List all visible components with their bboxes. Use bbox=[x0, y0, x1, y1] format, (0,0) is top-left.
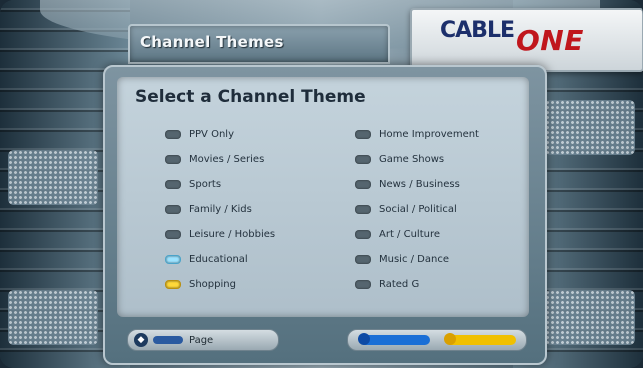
theme-item-sports[interactable]: Sports bbox=[165, 172, 275, 197]
theme-item-label: Game Shows bbox=[379, 154, 445, 165]
theme-item-educational[interactable]: Educational bbox=[165, 247, 275, 272]
logo-text-one: ONE bbox=[516, 24, 584, 57]
page-label: Page bbox=[189, 334, 214, 346]
yellow-key-icon[interactable] bbox=[444, 333, 516, 345]
theme-bullet-highlight-icon bbox=[165, 280, 181, 289]
dot-panel-decoration bbox=[545, 290, 635, 345]
theme-bullet-icon bbox=[355, 130, 371, 139]
theme-bullet-icon bbox=[165, 205, 181, 214]
theme-item-label: News / Business bbox=[379, 179, 460, 190]
blue-key-icon[interactable] bbox=[358, 333, 430, 345]
theme-bullet-icon bbox=[355, 255, 371, 264]
theme-bullet-icon bbox=[355, 230, 371, 239]
theme-item-label: Family / Kids bbox=[189, 204, 252, 215]
dot-panel-decoration bbox=[8, 290, 98, 345]
theme-list-area: Select a Channel Theme PPV Only Movies /… bbox=[117, 77, 529, 317]
theme-item-news-business[interactable]: News / Business bbox=[355, 172, 479, 197]
theme-item-label: Home Improvement bbox=[379, 129, 479, 140]
theme-item-label: Rated G bbox=[379, 279, 420, 290]
theme-item-game-shows[interactable]: Game Shows bbox=[355, 147, 479, 172]
theme-item-music-dance[interactable]: Music / Dance bbox=[355, 247, 479, 272]
theme-item-leisure-hobbies[interactable]: Leisure / Hobbies bbox=[165, 222, 275, 247]
page-arrows-pill-icon bbox=[153, 336, 183, 344]
theme-bullet-icon bbox=[355, 155, 371, 164]
theme-bullet-icon bbox=[165, 130, 181, 139]
yellow-key-dot-icon bbox=[444, 333, 456, 345]
theme-item-label: Shopping bbox=[189, 279, 236, 290]
dot-panel-decoration bbox=[8, 150, 98, 205]
theme-item-label: Leisure / Hobbies bbox=[189, 229, 276, 240]
theme-item-label: Music / Dance bbox=[379, 254, 449, 265]
channel-themes-tab: Channel Themes bbox=[128, 24, 390, 64]
theme-item-rated-g[interactable]: Rated G bbox=[355, 272, 479, 297]
dot-panel-decoration bbox=[545, 100, 635, 155]
tv-screen: Channel Themes CABLE ONE Select a Channe… bbox=[0, 0, 643, 368]
page-nav-button[interactable]: ◆ Page bbox=[127, 329, 279, 351]
theme-bullet-icon bbox=[165, 180, 181, 189]
theme-item-label: PPV Only bbox=[189, 129, 234, 140]
theme-item-social-political[interactable]: Social / Political bbox=[355, 197, 479, 222]
panel-heading: Select a Channel Theme bbox=[135, 87, 366, 107]
theme-item-art-culture[interactable]: Art / Culture bbox=[355, 222, 479, 247]
theme-bullet-icon bbox=[355, 280, 371, 289]
color-key-legend bbox=[347, 329, 527, 351]
theme-item-label: Educational bbox=[189, 254, 248, 265]
page-title: Channel Themes bbox=[140, 33, 284, 51]
theme-bullet-selected-icon bbox=[165, 255, 181, 264]
theme-item-home-improvement[interactable]: Home Improvement bbox=[355, 122, 479, 147]
theme-item-shopping[interactable]: Shopping bbox=[165, 272, 275, 297]
theme-item-family-kids[interactable]: Family / Kids bbox=[165, 197, 275, 222]
theme-selection-panel: Select a Channel Theme PPV Only Movies /… bbox=[103, 65, 547, 365]
theme-item-label: Movies / Series bbox=[189, 154, 265, 165]
theme-bullet-icon bbox=[165, 155, 181, 164]
theme-bullet-icon bbox=[355, 180, 371, 189]
theme-item-label: Art / Culture bbox=[379, 229, 441, 240]
theme-item-label: Sports bbox=[189, 179, 222, 190]
page-arrows-icon: ◆ bbox=[134, 333, 148, 347]
theme-item-movies-series[interactable]: Movies / Series bbox=[165, 147, 275, 172]
theme-item-label: Social / Political bbox=[379, 204, 457, 215]
logo-text-cable: CABLE bbox=[440, 18, 515, 43]
theme-column-right: Home Improvement Game Shows News / Busin… bbox=[355, 122, 479, 297]
theme-item-ppv-only[interactable]: PPV Only bbox=[165, 122, 275, 147]
theme-column-left: PPV Only Movies / Series Sports Family /… bbox=[165, 122, 275, 297]
theme-bullet-icon bbox=[165, 230, 181, 239]
cable-one-logo: CABLE ONE bbox=[410, 8, 643, 72]
theme-bullet-icon bbox=[355, 205, 371, 214]
blue-key-dot-icon bbox=[358, 333, 370, 345]
